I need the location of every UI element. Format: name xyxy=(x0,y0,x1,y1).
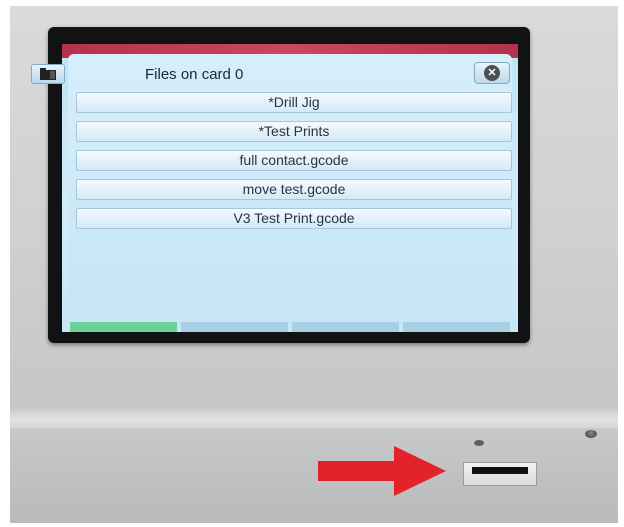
status-led xyxy=(474,440,484,446)
folder-button[interactable] xyxy=(31,64,65,84)
tab-bar xyxy=(70,322,510,332)
tab-control[interactable] xyxy=(70,322,177,332)
sd-slot-opening xyxy=(472,467,528,474)
red-arrow-icon xyxy=(318,446,446,496)
close-button[interactable]: ✕ xyxy=(474,62,510,84)
folder-icon xyxy=(40,68,56,80)
housing-ledge xyxy=(10,408,618,428)
tab-console[interactable] xyxy=(292,322,399,332)
file-item-v3-test-print[interactable]: V3 Test Print.gcode xyxy=(76,208,512,229)
screw xyxy=(585,430,597,438)
tab-status[interactable] xyxy=(181,322,288,332)
file-item-drill-jig[interactable]: *Drill Jig xyxy=(76,92,512,113)
tab-setup[interactable] xyxy=(403,322,510,332)
close-circle-icon: ✕ xyxy=(484,65,500,81)
file-item-test-prints[interactable]: *Test Prints xyxy=(76,121,512,142)
dialog-title: Files on card 0 xyxy=(145,66,244,83)
file-item-full-contact[interactable]: full contact.gcode xyxy=(76,150,512,171)
file-item-move-test[interactable]: move test.gcode xyxy=(76,179,512,200)
sd-card-slot[interactable] xyxy=(463,462,537,486)
